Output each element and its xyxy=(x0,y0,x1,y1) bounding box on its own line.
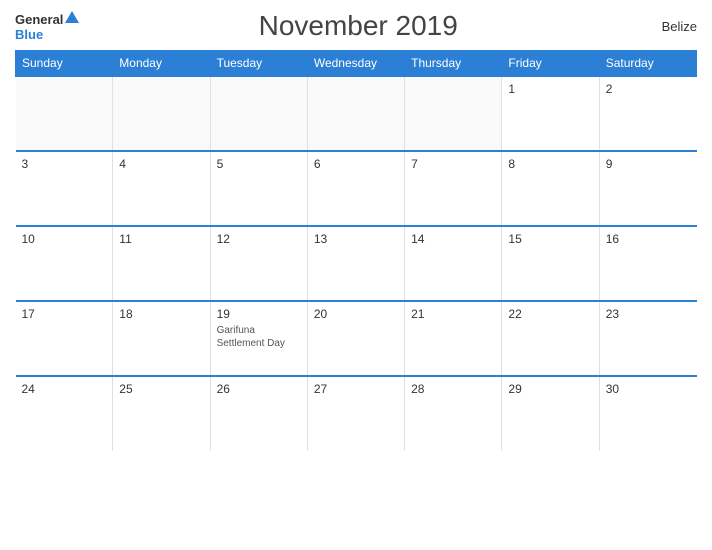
calendar-cell: 26 xyxy=(210,376,307,451)
day-number: 16 xyxy=(606,232,691,246)
calendar-cell: 30 xyxy=(599,376,696,451)
day-number: 25 xyxy=(119,382,203,396)
calendar-cell: 10 xyxy=(16,226,113,301)
logo-triangle-icon xyxy=(65,11,79,23)
calendar-week-row: 17 18 19 Garifuna Settlement Day 20 21 22 23 xyxy=(16,301,697,376)
day-number: 3 xyxy=(22,157,107,171)
day-number: 12 xyxy=(217,232,301,246)
weekday-header-thursday: Thursday xyxy=(405,51,502,77)
calendar-cell xyxy=(307,76,404,151)
calendar-cell: 21 xyxy=(405,301,502,376)
calendar-title: November 2019 xyxy=(79,10,637,42)
calendar-cell: 27 xyxy=(307,376,404,451)
calendar-weekday-header-row: SundayMondayTuesdayWednesdayThursdayFrid… xyxy=(16,51,697,77)
day-number: 1 xyxy=(508,82,592,96)
calendar-cell: 18 xyxy=(113,301,210,376)
calendar-cell: 9 xyxy=(599,151,696,226)
day-number: 7 xyxy=(411,157,495,171)
calendar-cell: 24 xyxy=(16,376,113,451)
calendar-cell: 20 xyxy=(307,301,404,376)
calendar-cell: 8 xyxy=(502,151,599,226)
calendar-cell: 25 xyxy=(113,376,210,451)
logo: General Blue xyxy=(15,12,79,41)
calendar-cell: 4 xyxy=(113,151,210,226)
country-label: Belize xyxy=(637,19,697,34)
calendar-cell: 6 xyxy=(307,151,404,226)
weekday-header-tuesday: Tuesday xyxy=(210,51,307,77)
day-number: 14 xyxy=(411,232,495,246)
day-number: 24 xyxy=(22,382,107,396)
calendar-cell: 14 xyxy=(405,226,502,301)
calendar-cell: 17 xyxy=(16,301,113,376)
calendar-cell: 16 xyxy=(599,226,696,301)
calendar-cell: 7 xyxy=(405,151,502,226)
day-number: 6 xyxy=(314,157,398,171)
day-number: 22 xyxy=(508,307,592,321)
calendar-container: General Blue November 2019 Belize Sunday… xyxy=(0,0,712,550)
logo-general: General xyxy=(15,12,79,28)
day-number: 17 xyxy=(22,307,107,321)
day-number: 5 xyxy=(217,157,301,171)
calendar-cell: 23 xyxy=(599,301,696,376)
calendar-cell: 13 xyxy=(307,226,404,301)
weekday-header-saturday: Saturday xyxy=(599,51,696,77)
calendar-cell xyxy=(113,76,210,151)
calendar-week-row: 24 25 26 27 28 29 30 xyxy=(16,376,697,451)
day-number: 9 xyxy=(606,157,691,171)
day-number: 10 xyxy=(22,232,107,246)
calendar-week-row: 10 11 12 13 14 15 16 xyxy=(16,226,697,301)
day-number: 20 xyxy=(314,307,398,321)
calendar-cell xyxy=(16,76,113,151)
day-number: 15 xyxy=(508,232,592,246)
day-number: 18 xyxy=(119,307,203,321)
calendar-cell: 1 xyxy=(502,76,599,151)
calendar-table: SundayMondayTuesdayWednesdayThursdayFrid… xyxy=(15,50,697,451)
day-number: 13 xyxy=(314,232,398,246)
day-number: 8 xyxy=(508,157,592,171)
calendar-cell: 19 Garifuna Settlement Day xyxy=(210,301,307,376)
calendar-week-row: 12 xyxy=(16,76,697,151)
calendar-cell: 15 xyxy=(502,226,599,301)
day-number: 21 xyxy=(411,307,495,321)
day-number: 11 xyxy=(119,232,203,246)
day-number: 23 xyxy=(606,307,691,321)
calendar-cell: 22 xyxy=(502,301,599,376)
calendar-cell xyxy=(405,76,502,151)
day-number: 30 xyxy=(606,382,691,396)
calendar-cell: 5 xyxy=(210,151,307,226)
day-number: 27 xyxy=(314,382,398,396)
calendar-header: General Blue November 2019 Belize xyxy=(15,10,697,42)
calendar-cell: 2 xyxy=(599,76,696,151)
weekday-header-wednesday: Wednesday xyxy=(307,51,404,77)
calendar-cell: 12 xyxy=(210,226,307,301)
day-number: 29 xyxy=(508,382,592,396)
day-number: 26 xyxy=(217,382,301,396)
day-number: 28 xyxy=(411,382,495,396)
calendar-cell: 3 xyxy=(16,151,113,226)
weekday-header-sunday: Sunday xyxy=(16,51,113,77)
weekday-header-monday: Monday xyxy=(113,51,210,77)
day-number: 2 xyxy=(606,82,691,96)
day-number: 4 xyxy=(119,157,203,171)
calendar-event: Garifuna Settlement Day xyxy=(217,324,301,350)
calendar-cell: 28 xyxy=(405,376,502,451)
calendar-cell: 11 xyxy=(113,226,210,301)
calendar-cell xyxy=(210,76,307,151)
weekday-header-friday: Friday xyxy=(502,51,599,77)
logo-blue: Blue xyxy=(15,28,43,41)
day-number: 19 xyxy=(217,307,301,321)
calendar-week-row: 3456789 xyxy=(16,151,697,226)
calendar-cell: 29 xyxy=(502,376,599,451)
